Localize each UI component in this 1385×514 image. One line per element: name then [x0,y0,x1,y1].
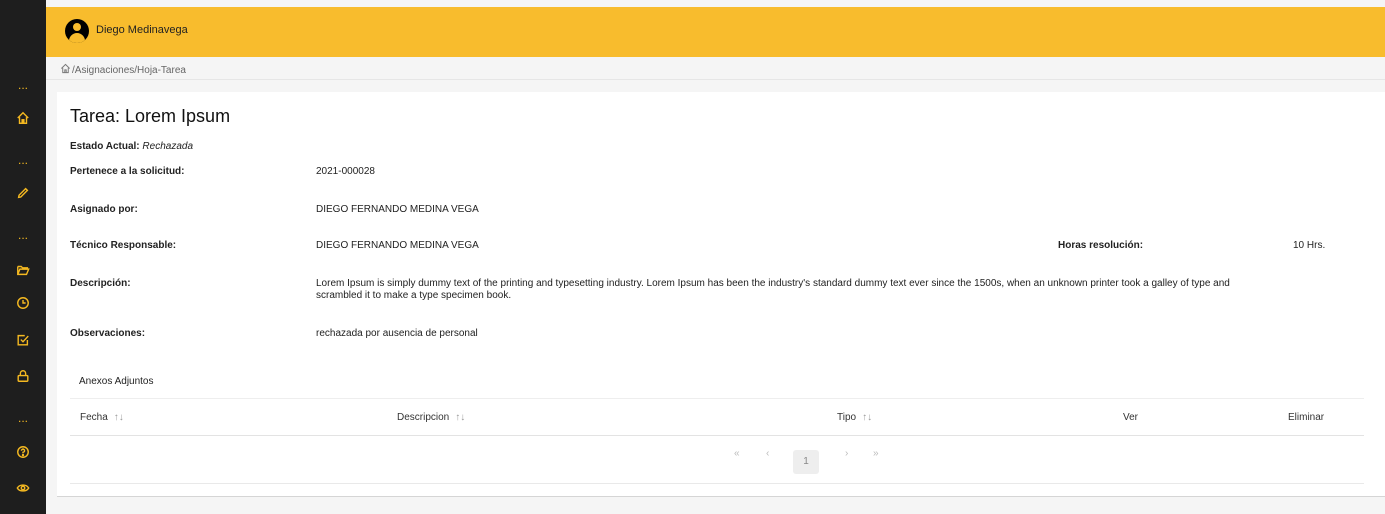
next-page-button[interactable]: › [845,448,848,459]
username[interactable]: Diego Medinavega [96,24,188,36]
observaciones-label: Observaciones: [70,328,146,339]
status-line: Estado Actual: Rechazada [70,141,193,152]
last-page-button[interactable]: » [873,448,879,459]
anexos-table: Fecha ↑↓ Descripcion ↑↓ Tipo ↑↓ Ver Elimina… [70,398,1364,484]
pencil-icon[interactable] [0,183,46,203]
column-header-descripcion[interactable]: Descripcion ↑↓ [397,412,465,423]
task-card: Tarea: Lorem Ipsum Estado Actual: Rechaz… [57,92,1385,497]
sort-icon[interactable]: ↑↓ [114,412,124,423]
observaciones-value: rechazada por ausencia de personal [316,328,478,339]
asignado-value: DIEGO FERNANDO MEDINA VEGA [316,204,479,215]
column-header-ver: Ver [1123,412,1139,423]
sidebar: ... ... ... ... [0,0,46,514]
first-page-button[interactable]: « [734,448,740,459]
solicitud-value: 2021-000028 [316,166,375,177]
top-bar: Diego Medinavega [46,7,1385,57]
status-badge: Rechazada [142,141,194,152]
divider [46,79,1385,80]
table-header: Fecha ↑↓ Descripcion ↑↓ Tipo ↑↓ Ver Elimina… [70,398,1364,436]
descripcion-label: Descripción: [70,278,131,289]
home-icon[interactable] [60,63,72,77]
folder-icon[interactable] [0,260,46,280]
eye-icon[interactable] [0,478,46,498]
asignado-label: Asignado por: [70,204,138,215]
sidebar-dots: ... [17,411,28,425]
sort-icon[interactable]: ↑↓ [455,412,465,423]
horas-label: Horas resolución: [1058,240,1144,251]
pagination: « ‹ 1 › » [70,436,1364,484]
breadcrumb: /Asignaciones/Hoja-Tarea [60,63,186,77]
lock-icon[interactable] [0,366,46,386]
solicitud-label: Pertenece a la solicitud: [70,166,185,177]
clock-icon[interactable] [0,293,46,313]
horas-value: 10 Hrs. [1293,240,1326,251]
column-header-fecha[interactable]: Fecha ↑↓ [80,412,124,423]
sidebar-dots: ... [17,153,28,167]
prev-page-button[interactable]: ‹ [766,448,769,459]
breadcrumb-path[interactable]: /Asignaciones/Hoja-Tarea [72,65,186,76]
sort-icon[interactable]: ↑↓ [862,412,872,423]
anexos-title: Anexos Adjuntos [79,376,154,387]
sidebar-dots: ... [17,78,28,92]
user-circle-icon[interactable] [65,19,89,43]
help-circle-icon[interactable] [0,442,46,462]
tecnico-label: Técnico Responsable: [70,240,177,251]
page-1-button[interactable]: 1 [793,450,819,474]
tecnico-value: DIEGO FERNANDO MEDINA VEGA [316,240,479,251]
home-icon[interactable] [0,108,46,128]
descripcion-value: Lorem Ipsum is simply dummy text of the … [316,278,1230,301]
page-title: Tarea: Lorem Ipsum [70,106,231,126]
check-square-icon[interactable] [0,330,46,350]
sidebar-dots: ... [17,228,28,242]
column-header-eliminar: Eliminar [1288,412,1325,423]
column-header-tipo[interactable]: Tipo ↑↓ [837,412,872,423]
estado-label: Estado Actual: [70,141,140,152]
